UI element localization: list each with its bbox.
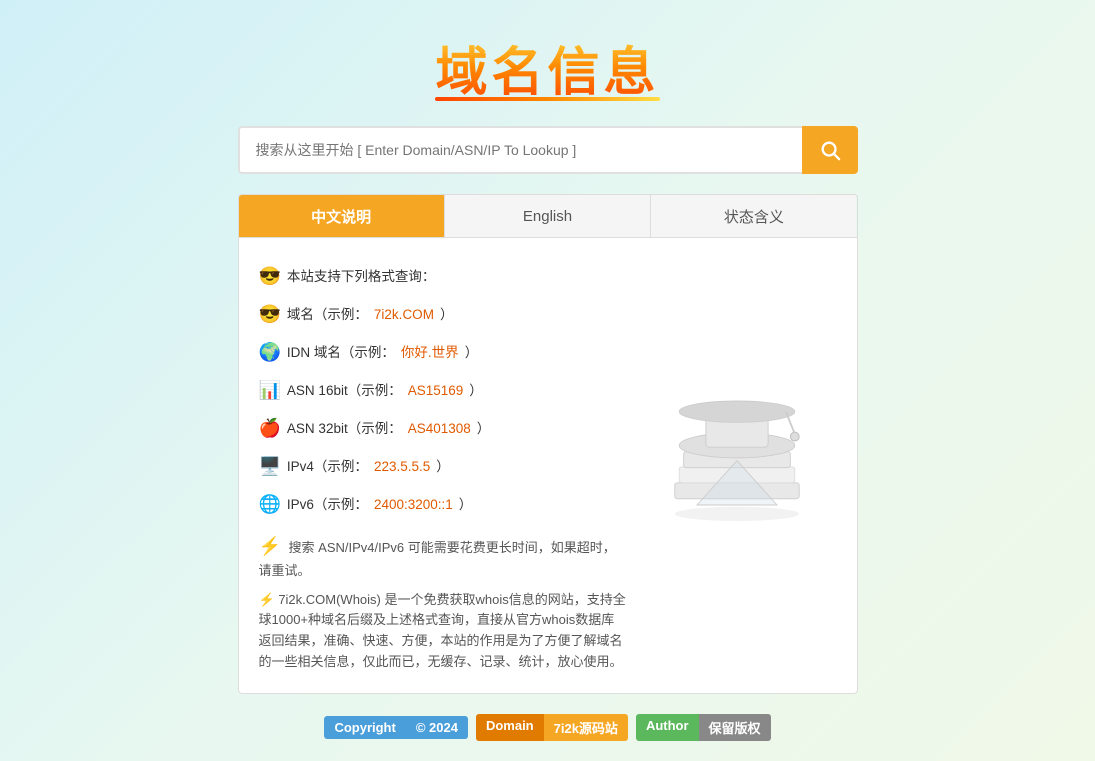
content-box: 😎 本站支持下列格式查询： 😎 域名（示例： 7i2k.COM ） 🌍 IDN … — [238, 237, 858, 694]
logo: 域名信息 — [435, 30, 659, 101]
content-note: ⚡ 搜索 ASN/IPv4/IPv6 可能需要花费更长时间，如果超时，请重试。 — [259, 532, 627, 582]
graduation-hat-illustration — [647, 385, 827, 545]
domain-link[interactable]: 7i2k.COM — [374, 301, 434, 328]
item-domain: 😎 域名（示例： 7i2k.COM ） — [259, 296, 627, 332]
copyright-label: Copyright — [324, 716, 405, 739]
ipv6-link[interactable]: 2400:3200::1 — [374, 491, 453, 518]
item-asn16: 📊 ASN 16bit（示例： AS15169 ） — [259, 372, 627, 408]
content-description: ⚡ 7i2k.COM(Whois) 是一个免费获取whois信息的网站，支持全球… — [259, 590, 627, 673]
tabs: 中文说明 English 状态含义 — [238, 194, 858, 237]
search-input[interactable] — [238, 126, 802, 174]
asn16-icon: 📊 — [259, 372, 281, 408]
content-header: 😎 本站支持下列格式查询： — [259, 258, 627, 294]
asn16-link[interactable]: AS15169 — [408, 377, 464, 404]
item-idn: 🌍 IDN 域名（示例： 你好.世界 ） — [259, 334, 627, 370]
desc-bullet: ⚡ — [259, 592, 275, 607]
tab-zh[interactable]: 中文说明 — [239, 195, 445, 237]
tab-en[interactable]: English — [445, 195, 651, 237]
search-button[interactable] — [802, 126, 858, 174]
domain-label: Domain — [476, 714, 544, 741]
idn-link[interactable]: 你好.世界 — [401, 339, 459, 366]
author-label: Author — [636, 714, 699, 741]
domain-badge-group: Domain 7i2k源码站 — [476, 714, 628, 741]
search-bar — [238, 126, 858, 174]
asn32-icon: 🍎 — [259, 410, 281, 446]
search-icon — [819, 139, 841, 161]
author-value: 保留版权 — [699, 714, 771, 741]
ipv6-icon: 🌐 — [259, 486, 281, 522]
copyright-badge-group: Copyright © 2024 — [324, 716, 468, 739]
note-bullet: ⚡ — [259, 536, 281, 556]
header-icon: 😎 — [259, 258, 281, 294]
copyright-year: © 2024 — [406, 716, 468, 739]
ipv4-icon: 🖥️ — [259, 448, 281, 484]
ipv4-link[interactable]: 223.5.5.5 — [374, 453, 430, 480]
illustration — [637, 258, 837, 673]
domain-value[interactable]: 7i2k源码站 — [544, 714, 628, 741]
item-asn32: 🍎 ASN 32bit（示例： AS401308 ） — [259, 410, 627, 446]
logo-text: 域名信息 — [435, 30, 659, 105]
domain-icon: 😎 — [259, 296, 281, 332]
item-ipv4: 🖥️ IPv4（示例： 223.5.5.5 ） — [259, 448, 627, 484]
tab-status[interactable]: 状态含义 — [651, 195, 856, 237]
idn-icon: 🌍 — [259, 334, 281, 370]
footer: Copyright © 2024 Domain 7i2k源码站 Author 保… — [320, 714, 774, 741]
asn32-link[interactable]: AS401308 — [408, 415, 471, 442]
item-ipv6: 🌐 IPv6（示例： 2400:3200::1 ） — [259, 486, 627, 522]
author-badge-group: Author 保留版权 — [636, 714, 771, 741]
content-left: 😎 本站支持下列格式查询： 😎 域名（示例： 7i2k.COM ） 🌍 IDN … — [259, 258, 627, 673]
